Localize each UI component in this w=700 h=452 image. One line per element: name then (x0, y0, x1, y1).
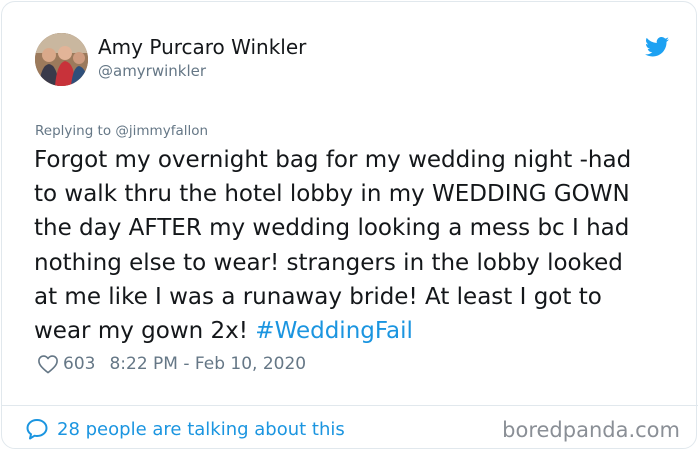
tweet-line-last: wear my gown 2x! #WeddingFail (34, 314, 684, 348)
tweet-line-text: wear my gown 2x! (34, 318, 256, 345)
reply-prefix: Replying to (35, 123, 116, 139)
footer-divider (2, 405, 698, 406)
tweet-text: Forgot my overnight bag for my wedding n… (34, 143, 684, 348)
talking-link[interactable]: 28 people are talking about this (25, 417, 345, 441)
reply-mention-link[interactable]: @jimmyfallon (115, 123, 208, 139)
tweet-line: Forgot my overnight bag for my wedding n… (34, 147, 632, 173)
tweet-card: Amy Purcaro Winkler @amyrwinkler Replyin… (1, 1, 698, 449)
talking-text: 28 people are talking about this (57, 418, 345, 440)
author-handle[interactable]: @amyrwinkler (98, 62, 206, 80)
author-name[interactable]: Amy Purcaro Winkler (98, 35, 306, 59)
tweet-timestamp[interactable]: 8:22 PM - Feb 10, 2020 (109, 354, 306, 374)
tweet-line: the day AFTER my wedding looking a mess … (34, 215, 630, 242)
like-count[interactable]: 603 (63, 354, 95, 374)
tweet-line: to walk thru the hotel lobby in my WEDDI… (34, 181, 630, 208)
twitter-bird-icon[interactable] (645, 37, 669, 57)
reply-context: Replying to @jimmyfallon (35, 123, 208, 139)
avatar[interactable] (35, 33, 88, 86)
watermark: boredpanda.com (502, 418, 680, 442)
tweet-meta: 603 8:22 PM - Feb 10, 2020 (37, 354, 306, 374)
speech-bubble-icon (26, 419, 48, 440)
hashtag-link[interactable]: #WeddingFail (255, 318, 413, 344)
tweet-line: at me like I was a runaway bride! At lea… (34, 283, 602, 310)
avatar-photo-icon (35, 33, 88, 86)
heart-outline-icon[interactable] (37, 354, 59, 374)
tweet-line: nothing else to wear! strangers in the l… (34, 249, 623, 276)
